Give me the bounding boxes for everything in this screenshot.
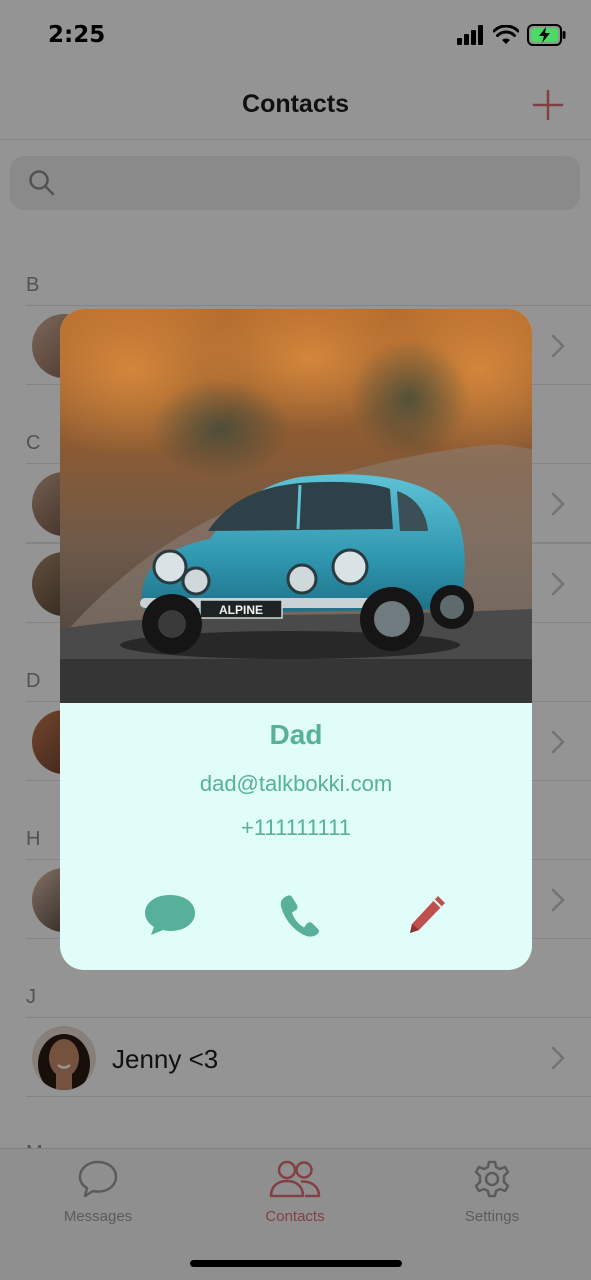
status-icons bbox=[457, 24, 567, 46]
home-indicator[interactable] bbox=[190, 1260, 402, 1267]
license-plate-text: ALPINE bbox=[219, 603, 263, 617]
message-icon bbox=[145, 895, 195, 935]
message-contact-button[interactable] bbox=[140, 889, 200, 941]
call-contact-button[interactable] bbox=[269, 889, 329, 941]
edit-contact-button[interactable] bbox=[396, 889, 456, 941]
status-time: 2:25 bbox=[48, 22, 106, 48]
contact-card-email[interactable]: dad@talkbokki.com bbox=[60, 771, 532, 797]
wifi-icon bbox=[493, 25, 519, 44]
contact-card-name: Dad bbox=[269, 719, 323, 750]
edit-pencil-icon bbox=[410, 896, 445, 933]
battery-charging-icon bbox=[527, 24, 566, 46]
contact-detail-card: ALPINE Dad dad@talkbokki.com +111111111 bbox=[60, 309, 532, 970]
phone-icon bbox=[280, 895, 320, 937]
cellular-signal-icon bbox=[457, 25, 483, 45]
contact-photo: ALPINE bbox=[60, 309, 532, 703]
status-bar: 2:25 bbox=[0, 0, 591, 70]
contact-card-phone[interactable]: +111111111 bbox=[60, 815, 532, 841]
